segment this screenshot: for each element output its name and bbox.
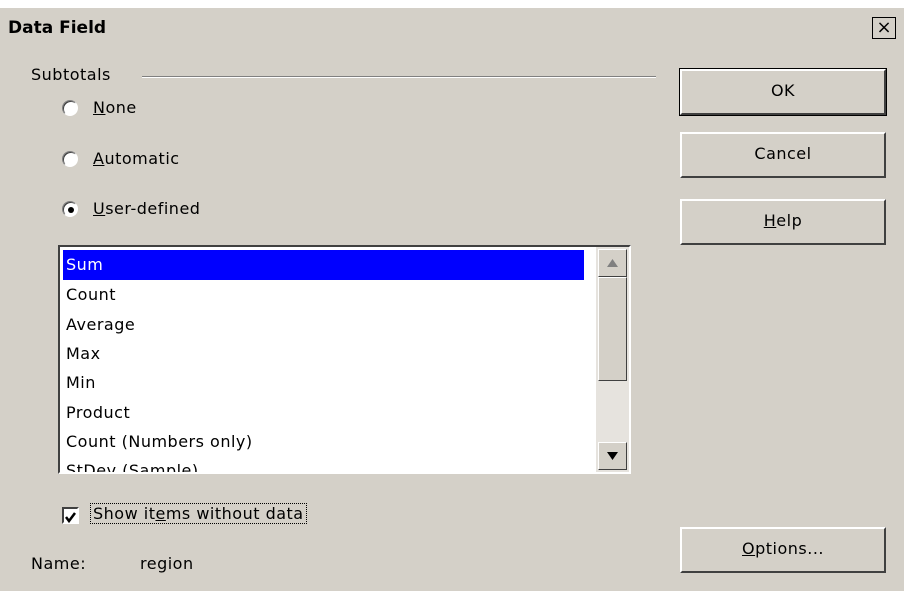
list-item[interactable]: StDev (Sample): [63, 456, 584, 472]
ok-button[interactable]: OK: [679, 68, 887, 116]
list-item[interactable]: Max: [63, 339, 584, 369]
data-field-dialog: Data Field × Subtotals None Automatic Us…: [0, 8, 904, 591]
show-items-without-data-checkbox[interactable]: Show items without data: [62, 503, 362, 529]
help-button[interactable]: Help: [680, 199, 886, 245]
radio-none-label: None: [93, 98, 137, 117]
radio-circle: [62, 151, 78, 167]
title-bar: Data Field ×: [0, 8, 904, 45]
dialog-title: Data Field: [8, 18, 107, 38]
cancel-button[interactable]: Cancel: [680, 132, 886, 178]
radio-circle: [62, 100, 78, 116]
radio-selected-dot: [68, 207, 74, 213]
list-item[interactable]: Average: [63, 310, 584, 340]
close-icon: ×: [876, 17, 892, 38]
list-item[interactable]: Count: [63, 280, 584, 310]
show-items-label: Show items without data: [90, 503, 307, 524]
scroll-thumb[interactable]: [598, 277, 627, 381]
arrow-up-icon: [607, 259, 618, 267]
list-item[interactable]: Product: [63, 398, 584, 428]
checkbox-box: [62, 507, 79, 524]
radio-user-defined-label: User-defined: [93, 199, 201, 218]
radio-circle: [62, 201, 78, 217]
group-separator: [142, 76, 656, 78]
radio-user-defined[interactable]: User-defined: [62, 199, 282, 221]
list-item[interactable]: Min: [63, 368, 584, 398]
functions-listbox[interactable]: Sum Count Average Max Min Product Count …: [58, 245, 631, 474]
options-button[interactable]: Options...: [680, 527, 886, 573]
scroll-up-button[interactable]: [598, 249, 627, 277]
subtotals-group-label: Subtotals: [31, 65, 111, 84]
arrow-down-icon: [607, 452, 618, 460]
listbox-scrollbar[interactable]: [596, 247, 629, 472]
close-button[interactable]: ×: [872, 17, 896, 39]
radio-automatic[interactable]: Automatic: [62, 149, 282, 171]
name-label: Name:: [31, 554, 87, 573]
radio-automatic-label: Automatic: [93, 149, 180, 168]
scroll-down-button[interactable]: [598, 442, 627, 470]
list-item[interactable]: Sum: [63, 250, 584, 280]
list-item[interactable]: Count (Numbers only): [63, 427, 584, 457]
name-value: region: [140, 554, 194, 573]
radio-none[interactable]: None: [62, 98, 282, 120]
checkmark-icon: [65, 512, 76, 524]
